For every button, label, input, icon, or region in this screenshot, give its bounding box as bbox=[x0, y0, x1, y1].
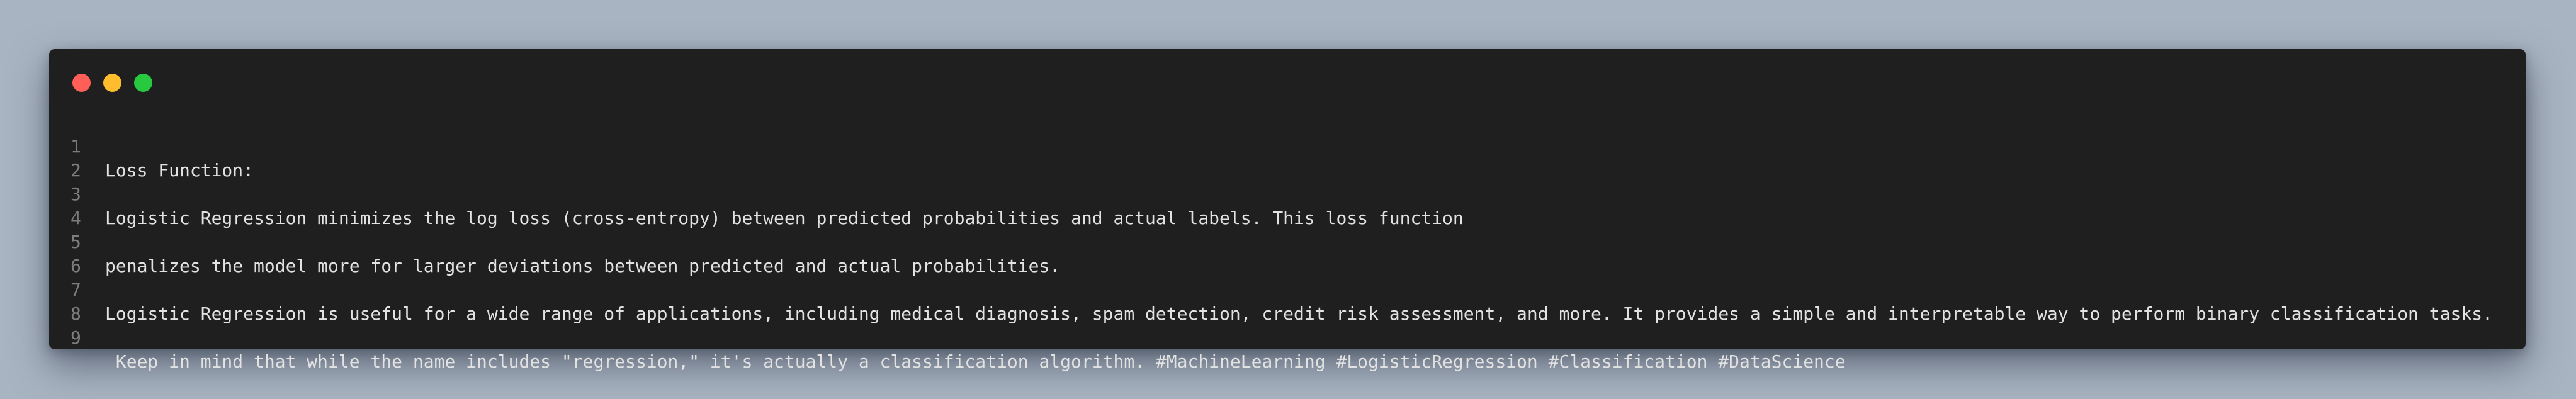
close-button[interactable] bbox=[72, 74, 91, 92]
line-number: 9 bbox=[71, 327, 81, 348]
code-line: 6 bbox=[49, 230, 2526, 276]
code-line: 3 Logistic Regression minimizes the log … bbox=[49, 159, 2526, 228]
code-line: 4 bbox=[49, 183, 2526, 228]
maximize-button[interactable] bbox=[134, 74, 152, 92]
line-text: Keep in mind that while the name include… bbox=[105, 351, 1846, 372]
page-background: { "window": { "buttons": { "close_color"… bbox=[0, 0, 2576, 399]
code-line: 1 Loss Function: bbox=[49, 111, 2526, 181]
code-line: 7 Logistic Regression is useful for a wi… bbox=[49, 254, 2526, 324]
minimize-button[interactable] bbox=[103, 74, 121, 92]
code-line: 2 bbox=[49, 135, 2526, 181]
code-editor[interactable]: 1 Loss Function: 2 3 Logistic Regression… bbox=[49, 111, 2526, 372]
code-line: 5 penalizes the model more for larger de… bbox=[49, 206, 2526, 276]
code-window: 1 Loss Function: 2 3 Logistic Regression… bbox=[49, 49, 2526, 372]
code-line: 8 bbox=[49, 278, 2526, 324]
code-line: 9 Keep in mind that while the name inclu… bbox=[49, 302, 2526, 372]
